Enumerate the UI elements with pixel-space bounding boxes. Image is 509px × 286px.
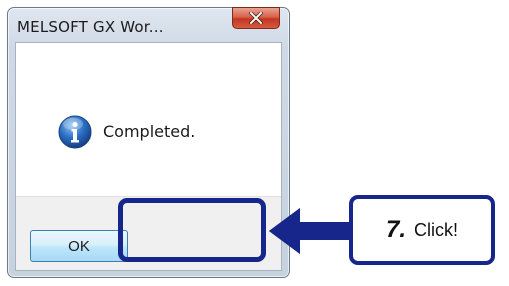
title-bar[interactable]: MELSOFT GX Wor... <box>8 7 289 42</box>
close-button[interactable] <box>232 7 280 29</box>
message-area: Completed. <box>16 43 281 196</box>
left-arrow-icon <box>269 208 350 254</box>
step-instruction: Click! <box>414 219 458 240</box>
ok-button-highlight <box>118 198 266 262</box>
step-callout: 7. Click! <box>349 195 495 265</box>
info-icon <box>58 115 92 149</box>
step-number: 7. <box>385 216 406 243</box>
close-icon <box>249 12 263 24</box>
dialog-title: MELSOFT GX Wor... <box>17 18 164 36</box>
ok-button[interactable]: OK <box>30 230 128 262</box>
message-text: Completed. <box>103 122 196 141</box>
